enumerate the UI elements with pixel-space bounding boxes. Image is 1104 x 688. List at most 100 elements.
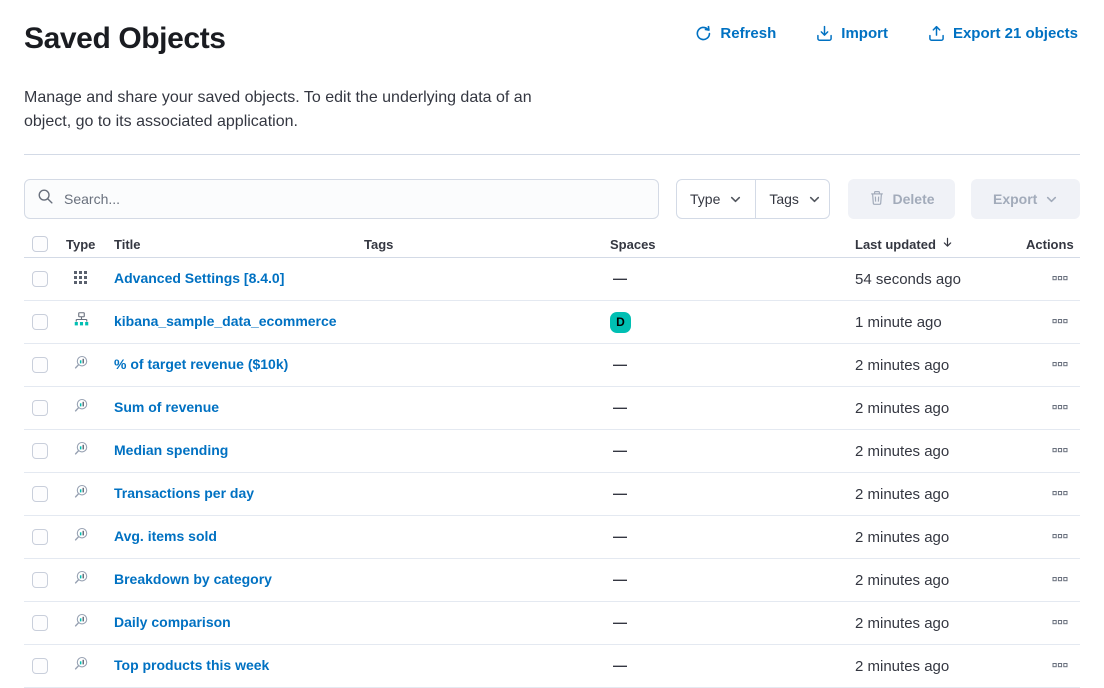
import-button[interactable]: Import	[816, 25, 888, 42]
trash-icon	[869, 190, 885, 209]
spaces-empty-dash: —	[610, 571, 627, 587]
spaces-empty-dash: —	[610, 442, 627, 458]
spaces-cell: —	[610, 571, 855, 589]
saved-objects-table: Type Title Tags Spaces Last updated Acti…	[24, 231, 1080, 688]
lens-icon	[74, 656, 89, 671]
select-all-checkbox[interactable]	[32, 236, 48, 252]
lens-icon	[74, 355, 89, 370]
last-updated-cell: 54 seconds ago	[855, 271, 1026, 288]
header-divider	[24, 154, 1080, 155]
spaces-empty-dash: —	[610, 356, 627, 372]
table-row: Advanced Settings [8.4.0] — 54 seconds a…	[24, 258, 1080, 301]
chevron-down-icon	[808, 193, 821, 206]
table-row: Median spending — 2 minutes ago	[24, 430, 1080, 473]
refresh-icon	[695, 25, 712, 42]
column-header-last-updated[interactable]: Last updated	[855, 236, 1026, 252]
column-header-tags: Tags	[364, 237, 610, 252]
table-body: Advanced Settings [8.4.0] — 54 seconds a…	[24, 258, 1080, 688]
saved-objects-page: Saved Objects Refresh Import Export 21 o…	[0, 0, 1104, 688]
type-filter-button[interactable]: Type	[677, 180, 755, 218]
boxes-horizontal-icon	[1052, 270, 1068, 289]
last-updated-cell: 2 minutes ago	[855, 486, 1026, 503]
refresh-button[interactable]: Refresh	[695, 25, 776, 42]
saved-object-title-link[interactable]: % of target revenue ($10k)	[114, 356, 288, 372]
spaces-cell: —	[610, 614, 855, 632]
saved-object-title-link[interactable]: Transactions per day	[114, 485, 254, 501]
sort-desc-arrow-icon	[941, 236, 954, 252]
spaces-empty-dash: —	[610, 485, 627, 501]
saved-object-title-link[interactable]: Sum of revenue	[114, 399, 219, 415]
table-row: % of target revenue ($10k) — 2 minutes a…	[24, 344, 1080, 387]
saved-object-title-link[interactable]: kibana_sample_data_ecommerce	[114, 313, 337, 329]
saved-object-title-link[interactable]: Advanced Settings [8.4.0]	[114, 270, 284, 286]
saved-object-title-link[interactable]: Top products this week	[114, 657, 269, 673]
saved-object-title-link[interactable]: Breakdown by category	[114, 571, 272, 587]
export-button[interactable]: Export 21 objects	[928, 25, 1078, 42]
spaces-cell: —	[610, 270, 855, 288]
import-icon	[816, 25, 833, 42]
table-row: Sum of revenue — 2 minutes ago	[24, 387, 1080, 430]
row-checkbox[interactable]	[32, 615, 48, 631]
header-actions: Refresh Import Export 21 objects	[695, 25, 1078, 42]
row-checkbox[interactable]	[32, 357, 48, 373]
boxes-horizontal-icon	[1052, 442, 1068, 461]
export-selection-label: Export	[993, 191, 1037, 207]
row-actions-button[interactable]	[1050, 268, 1070, 291]
tags-filter-button[interactable]: Tags	[755, 180, 829, 218]
last-updated-cell: 2 minutes ago	[855, 400, 1026, 417]
saved-object-title-link[interactable]: Median spending	[114, 442, 228, 458]
row-actions-button[interactable]	[1050, 354, 1070, 377]
advanced-settings-icon	[74, 270, 89, 285]
row-checkbox[interactable]	[32, 271, 48, 287]
row-actions-button[interactable]	[1050, 569, 1070, 592]
row-checkbox[interactable]	[32, 572, 48, 588]
row-checkbox[interactable]	[32, 529, 48, 545]
filter-group: Type Tags	[676, 179, 830, 219]
spaces-cell: —	[610, 485, 855, 503]
spaces-empty-dash: —	[610, 270, 627, 286]
index-pattern-icon	[74, 312, 89, 327]
table-row: Daily comparison — 2 minutes ago	[24, 602, 1080, 645]
lens-icon	[74, 398, 89, 413]
boxes-horizontal-icon	[1052, 614, 1068, 633]
last-updated-cell: 2 minutes ago	[855, 658, 1026, 675]
row-actions-button[interactable]	[1050, 526, 1070, 549]
last-updated-cell: 1 minute ago	[855, 314, 1026, 331]
export-selection-button[interactable]: Export	[971, 179, 1080, 219]
column-header-title[interactable]: Title	[114, 237, 364, 252]
tags-filter-label: Tags	[769, 191, 799, 207]
refresh-label: Refresh	[720, 25, 776, 42]
row-actions-button[interactable]	[1050, 483, 1070, 506]
boxes-horizontal-icon	[1052, 356, 1068, 375]
type-filter-label: Type	[690, 191, 720, 207]
row-checkbox[interactable]	[32, 443, 48, 459]
last-updated-cell: 2 minutes ago	[855, 357, 1026, 374]
row-actions-button[interactable]	[1050, 655, 1070, 678]
chevron-down-icon	[729, 193, 742, 206]
row-checkbox[interactable]	[32, 314, 48, 330]
spaces-empty-dash: —	[610, 614, 627, 630]
search-input[interactable]	[62, 190, 646, 208]
delete-button[interactable]: Delete	[848, 179, 956, 219]
column-header-spaces: Spaces	[610, 237, 855, 252]
row-actions-button[interactable]	[1050, 311, 1070, 334]
import-label: Import	[841, 25, 888, 42]
row-checkbox[interactable]	[32, 486, 48, 502]
row-checkbox[interactable]	[32, 400, 48, 416]
spaces-empty-dash: —	[610, 528, 627, 544]
row-actions-button[interactable]	[1050, 440, 1070, 463]
spaces-cell: —	[610, 657, 855, 675]
search-icon	[37, 188, 54, 210]
table-row: Top products this week — 2 minutes ago	[24, 645, 1080, 688]
saved-object-title-link[interactable]: Avg. items sold	[114, 528, 217, 544]
last-updated-cell: 2 minutes ago	[855, 572, 1026, 589]
lens-icon	[74, 613, 89, 628]
saved-object-title-link[interactable]: Daily comparison	[114, 614, 231, 630]
column-header-type[interactable]: Type	[66, 237, 114, 252]
row-actions-button[interactable]	[1050, 612, 1070, 635]
row-actions-button[interactable]	[1050, 397, 1070, 420]
search-box	[24, 179, 659, 219]
boxes-horizontal-icon	[1052, 313, 1068, 332]
spaces-empty-dash: —	[610, 399, 627, 415]
table-row: Avg. items sold — 2 minutes ago	[24, 516, 1080, 559]
